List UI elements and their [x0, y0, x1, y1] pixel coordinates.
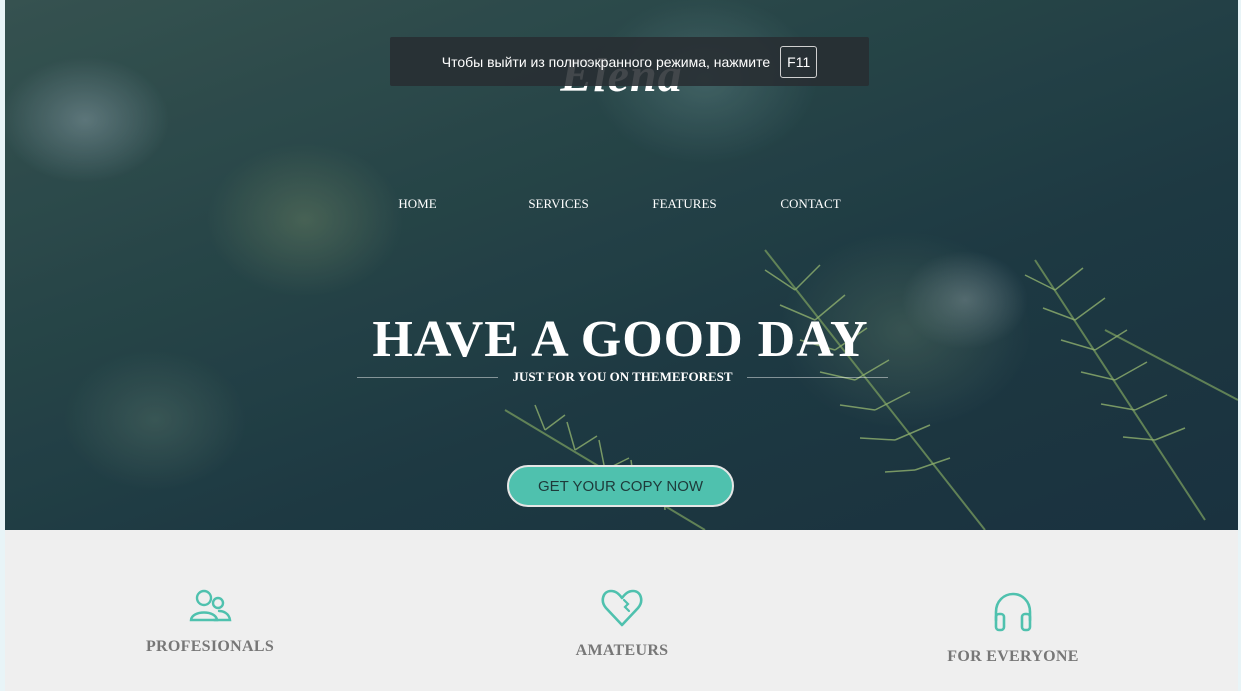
feature-title-amateurs: AMATEURS	[575, 642, 669, 659]
divider-right	[746, 376, 889, 378]
feature-title-professionals: PROFESIONALS	[145, 638, 275, 655]
get-copy-button[interactable]: GET YOUR COPY NOW	[507, 465, 734, 507]
nav-features[interactable]: FEATURES	[622, 196, 748, 212]
feature-professionals: PROFESIONALS	[90, 588, 330, 656]
nav-contact[interactable]: CONTACT	[748, 196, 874, 212]
heart-icon	[601, 589, 643, 627]
fullscreen-notice-text: Чтобы выйти из полноэкранного режима, на…	[441, 53, 771, 70]
headphones-icon	[994, 592, 1032, 632]
hero-subline-row: JUST FOR YOU ON THEMEFOREST	[357, 369, 889, 385]
hero-headline: HAVE A GOOD DAY	[372, 311, 869, 368]
feature-title-everyone: FOR EVERYONE	[947, 648, 1079, 665]
users-icon	[189, 589, 232, 622]
nav-services[interactable]: SERVICES	[496, 196, 622, 212]
hero-subline: JUST FOR YOU ON THEMEFOREST	[512, 369, 733, 384]
fullscreen-exit-notice: Чтобы выйти из полноэкранного режима, на…	[390, 37, 869, 86]
f11-key-badge: F11	[780, 45, 818, 78]
feature-everyone: FOR EVERYONE	[893, 590, 1133, 666]
feature-amateurs: AMATEURS	[502, 588, 742, 660]
divider-left	[357, 376, 499, 378]
main-nav: HOME SERVICES FEATURES CONTACT	[5, 196, 1238, 212]
nav-home[interactable]: HOME	[368, 196, 468, 212]
features-section: PROFESIONALS AMATEURS FOR EVERYONE	[5, 530, 1238, 691]
